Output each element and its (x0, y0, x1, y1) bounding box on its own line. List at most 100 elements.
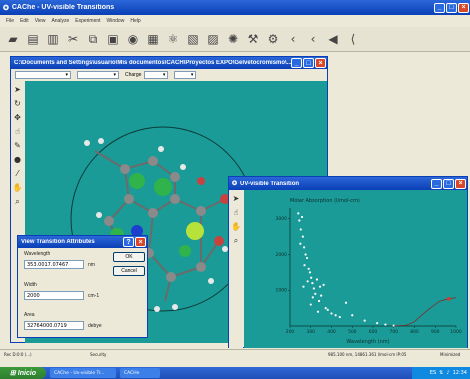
save-icon[interactable]: ▤ (24, 30, 42, 48)
data-point-22 (338, 315, 341, 319)
graph-icon[interactable]: ▦ (144, 30, 162, 48)
uv-pointer-icon[interactable]: ☝ (231, 207, 242, 218)
x-tick-label-7: 900 (431, 329, 440, 335)
menu-window[interactable]: Window (107, 18, 125, 24)
open-folder-icon[interactable]: ▰ (4, 30, 22, 48)
hybrid-select[interactable]: ▾ (77, 71, 119, 79)
task-uv-visible[interactable]: CAChe - Uv-visible Tr... (50, 368, 116, 378)
status-bar: Rec D:0:0 (...) Security 985.100 nm, 148… (0, 349, 470, 358)
width-input[interactable]: 2000 (24, 291, 84, 300)
menu-edit[interactable]: Edit (20, 18, 29, 24)
menu-help[interactable]: Help (130, 18, 140, 24)
minimize-button[interactable]: _ (434, 2, 445, 13)
data-point-11 (311, 281, 314, 285)
wavelength-input[interactable]: 353.0017.07467 (24, 260, 84, 269)
element-select[interactable]: ▾ (15, 71, 71, 79)
uv-select-arrow-icon[interactable]: ➤ (231, 193, 242, 204)
uv-tool-palette: ➤ ☝ ✋ ⌕ (229, 190, 243, 348)
arrow-left-icon[interactable]: ‹ (284, 30, 302, 48)
data-point-0 (297, 212, 300, 215)
close-button[interactable]: × (458, 2, 469, 13)
translate-icon[interactable]: ✥ (12, 112, 23, 123)
tools-icon[interactable]: ⚙ (264, 30, 282, 48)
bond-icon[interactable]: ⁄ (12, 168, 23, 179)
molecule-close-button[interactable]: × (315, 58, 326, 68)
uv-window-title-bar[interactable]: ✪ UV-visible Transition _ □ × (229, 177, 467, 190)
uv-hand-icon[interactable]: ✋ (231, 221, 242, 232)
data-point-1 (298, 219, 301, 222)
start-button[interactable]: ⊞ Inicio (0, 367, 46, 379)
build-icon[interactable]: ⚒ (244, 30, 262, 48)
plot-icon[interactable]: ▨ (204, 30, 222, 48)
data-point-31 (306, 280, 309, 283)
data-point-18 (324, 307, 327, 310)
selected-transition-marker (446, 297, 451, 301)
ok-button[interactable]: OK (113, 252, 145, 262)
dialog-title: View Transition Attributes (21, 239, 95, 245)
data-point-10 (310, 276, 313, 279)
molecule-icon[interactable]: ⚛ (164, 30, 182, 48)
select-arrow-icon[interactable]: ➤ (12, 84, 23, 95)
copy-icon[interactable]: ⧉ (84, 30, 102, 48)
status-security: Security (90, 351, 107, 357)
volume-icon[interactable]: ♪ (446, 370, 449, 376)
orbital-icon[interactable]: ✺ (224, 30, 242, 48)
bond-select[interactable]: ▾ (174, 71, 197, 79)
wavelength-label: Wavelength (24, 251, 51, 257)
task-cache[interactable]: CACHe (120, 368, 160, 378)
info-icon[interactable]: ◉ (124, 30, 142, 48)
menu-file[interactable]: File (6, 18, 14, 24)
menu-experiment[interactable]: Experiment (75, 18, 100, 24)
data-point-36 (318, 285, 322, 288)
atom-icon[interactable]: ● (12, 154, 23, 165)
x-axis-label: Wavelength (nm) (346, 339, 389, 345)
uv-magnifier-icon[interactable]: ⌕ (231, 235, 242, 246)
chart-icon[interactable]: ▧ (184, 30, 202, 48)
print-icon[interactable]: ▥ (44, 30, 62, 48)
menu-view[interactable]: View (35, 18, 46, 24)
molecule-minimize-button[interactable]: _ (291, 58, 302, 68)
uv-spectrum-canvas[interactable]: Molar Absorption (l/mol-cm) Wavelength (… (244, 190, 467, 348)
molecule-window-title-bar[interactable]: C:\Documents and Settings\usuario\Mis do… (11, 57, 327, 69)
data-point-25 (363, 319, 366, 322)
uv-maximize-button[interactable]: □ (443, 178, 454, 189)
y-tick-label-0: 1000 (276, 288, 288, 294)
pen-icon[interactable]: ✎ (12, 140, 23, 151)
data-point-14 (315, 278, 319, 281)
area-input[interactable]: 32764000.0719 (24, 321, 84, 330)
bracket-icon[interactable]: ⟨ (344, 30, 362, 48)
x-tick-label-6: 800 (410, 329, 419, 335)
magnifier-icon[interactable]: ⌕ (12, 196, 23, 207)
uv-close-button[interactable]: × (455, 178, 466, 189)
menu-analyze[interactable]: Analyze (51, 18, 69, 24)
dialog-title-bar[interactable]: View Transition Attributes ? × (18, 236, 147, 248)
paste-icon[interactable]: ▣ (104, 30, 122, 48)
language-icon[interactable]: ES (430, 370, 436, 376)
area-label: Area (24, 312, 35, 318)
rotate-icon[interactable]: ↻ (12, 98, 23, 109)
status-readout: 985.100 nm, 14861.361 l/mol-cm IP:05 (328, 351, 407, 357)
charge-select[interactable]: ▾ (144, 71, 169, 79)
chart-title: Molar Absorption (l/mol-cm) (290, 198, 360, 204)
maximize-button[interactable]: □ (446, 2, 457, 13)
network-icon[interactable]: ⇅ (439, 370, 443, 376)
molecule-window-title: C:\Documents and Settings\usuario\Mis do… (14, 60, 291, 66)
data-point-13 (314, 292, 317, 295)
uv-minimize-button[interactable]: _ (431, 178, 442, 189)
back-icon[interactable]: ◀ (324, 30, 342, 48)
main-title-bar[interactable]: ✪ CAChe - UV-visible Transitions _ □ × (0, 0, 470, 15)
dialog-close-button[interactable]: × (135, 237, 146, 247)
hand-icon[interactable]: ✋ (12, 182, 23, 193)
data-point-15 (317, 299, 321, 303)
arrow-left2-icon[interactable]: ‹ (304, 30, 322, 48)
width-label: Width (24, 282, 37, 288)
dialog-help-button[interactable]: ? (123, 237, 134, 247)
cut-icon[interactable]: ✂ (64, 30, 82, 48)
y-tick-label-1: 2000 (276, 252, 288, 258)
data-point-20 (330, 312, 333, 315)
cancel-button[interactable]: Cancel (113, 266, 145, 276)
molecule-maximize-button[interactable]: □ (303, 58, 314, 68)
system-tray: ES ⇅ ♪ 12:34 (412, 367, 470, 379)
pointer-icon[interactable]: ☝ (12, 126, 23, 137)
taskbar: ⊞ Inicio CAChe - Uv-visible Tr... CACHe … (0, 367, 470, 379)
